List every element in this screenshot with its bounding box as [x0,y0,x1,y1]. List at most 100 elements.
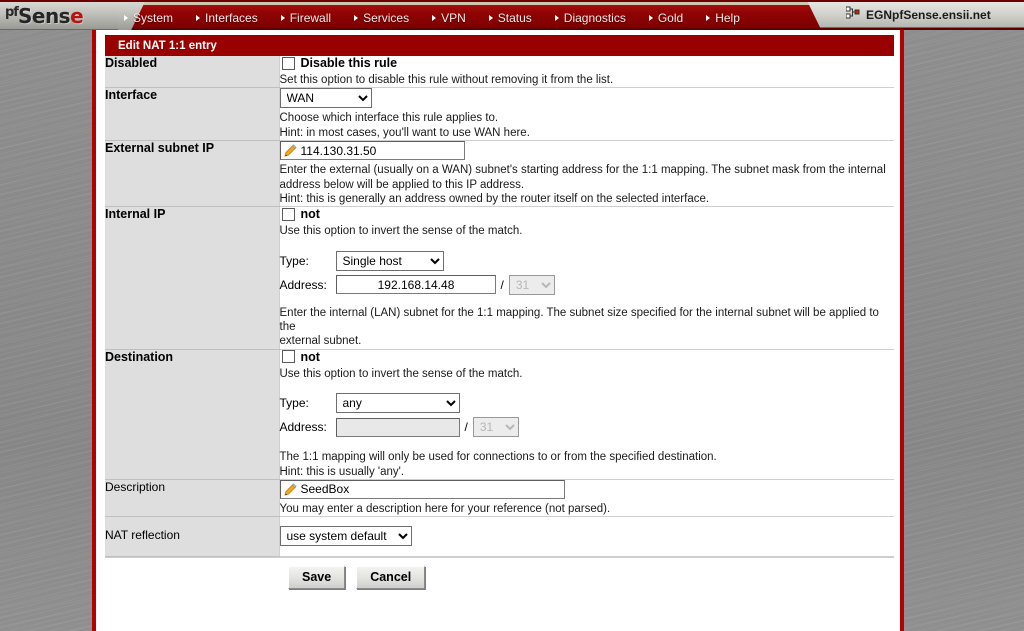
label-interface: Interface [105,87,279,142]
destination-not-help: Use this option to invert the sense of t… [279,367,523,380]
internal-not-checkline: not [280,207,895,221]
hostname-box: EGNpfSense.ensii.net [838,2,1024,28]
form-row-internal-ip: Internal IP not Use this option to inver… [105,206,895,350]
chevron-right-icon [488,14,493,21]
disable-rule-checkline: Disable this rule [280,56,895,70]
chevron-right-icon [354,14,359,21]
pfsense-logo[interactable]: pf Sense [0,2,118,30]
page-title: Edit NAT 1:1 entry [105,35,894,56]
internal-not-label: not [300,207,320,222]
nav-label: Gold [657,10,684,25]
nav-item-services[interactable]: Services [354,11,409,25]
disabled-help: Set this option to disable this rule wit… [279,74,614,86]
internal-type-row: Type: Single host [279,250,895,271]
description-wrap [279,479,565,499]
form-row-nat-reflection: NAT reflection use system default [105,516,894,558]
value-external-subnet-ip: Enter the external (usually on a WAN) su… [278,140,894,208]
content-panel: Edit NAT 1:1 entry Disabled Disable this… [92,30,904,631]
label-internal-ip: Internal IP [105,206,279,350]
nav-label: Help [715,10,740,25]
internal-not-checkbox[interactable] [281,207,295,221]
internal-help-2: external subnet. [279,335,362,348]
nat-reflection-select[interactable]: use system default [279,526,412,547]
destination-type-label: Type: [279,396,309,411]
destination-not-checkline: not [280,350,895,364]
interface-select[interactable]: WAN [279,88,372,109]
internal-mask-separator: / [500,277,504,292]
value-interface: WAN Choose which interface this rule app… [278,87,894,142]
destination-help-1: The 1:1 mapping will only be used for co… [279,451,717,464]
chevron-right-icon [196,14,201,21]
internal-address-row: Address: / 31 [279,274,895,295]
destination-help-2: Hint: this is usually 'any'. [279,465,405,478]
logo-pf-text: pf [5,5,19,20]
nav-label: Diagnostics [563,10,626,25]
internal-mask-select[interactable]: 31 [508,274,555,295]
internal-address-label: Address: [279,277,327,292]
value-internal-ip: not Use this option to invert the sense … [278,206,895,350]
disable-rule-label: Disable this rule [300,56,398,70]
internal-type-label: Type: [279,253,309,268]
external-subnet-ip-wrap [279,141,465,161]
external-subnet-help-3: Hint: this is generally an address owned… [279,192,710,205]
destination-address-input[interactable] [335,417,460,437]
nav-label: VPN [441,10,466,25]
nav-item-system[interactable]: System [124,11,173,25]
nav-label: Firewall [289,10,332,25]
nav-item-vpn[interactable]: VPN [432,11,466,25]
form-row-description: Description You may enter a description … [105,479,894,518]
nav-item-firewall[interactable]: Firewall [280,10,332,25]
form-row-interface: Interface WAN Choose which interface thi… [105,87,894,142]
destination-type-select[interactable]: any [335,393,460,414]
label-nat-reflection: NAT reflection [105,516,279,558]
chevron-right-icon [706,14,711,21]
chevron-right-icon [554,14,559,21]
label-external-subnet-ip: External subnet IP [105,140,279,208]
chevron-right-icon [280,14,285,21]
cancel-button[interactable]: Cancel [356,566,426,590]
nav-item-diagnostics[interactable]: Diagnostics [554,10,626,25]
internal-type-select[interactable]: Single host [335,250,444,271]
nav-item-interfaces[interactable]: Interfaces [196,11,258,25]
destination-address-label: Address: [279,420,327,435]
external-subnet-help-2: address below will be applied to this IP… [279,178,525,191]
external-subnet-ip-input[interactable] [279,141,465,161]
nav-label: System [133,10,174,25]
label-disabled: Disabled [105,56,279,89]
value-disabled: Disable this rule Set this option to dis… [278,56,895,89]
external-subnet-help-1: Enter the external (usually on a WAN) su… [279,164,886,177]
value-description: You may enter a description here for you… [278,479,894,518]
destination-mask-separator: / [464,420,468,435]
network-nodes-icon [845,6,860,24]
destination-address-row: Address: / 31 [279,417,895,438]
logo-sense-text: Sense [17,3,84,28]
nav-item-help[interactable]: Help [706,11,740,25]
description-input[interactable] [279,479,565,499]
internal-help-1: Enter the internal (LAN) subnet for the … [279,306,879,333]
form-row-external-subnet-ip: External subnet IP Enter the external (u… [105,140,894,208]
label-destination: Destination [105,349,279,480]
destination-not-checkbox[interactable] [281,350,295,364]
chevron-right-icon [648,14,653,21]
form-button-bar: Save Cancel [105,557,894,600]
destination-type-row: Type: any [279,393,895,414]
top-navigation-bar: pf Sense System Interfaces Firewall Serv… [0,0,1024,30]
destination-mask-select[interactable]: 31 [472,417,519,438]
nav-item-status[interactable]: Status [488,10,532,25]
save-button[interactable]: Save [288,566,346,590]
internal-not-help: Use this option to invert the sense of t… [279,225,523,238]
form-row-disabled: Disabled Disable this rule Set this opti… [105,56,895,89]
internal-address-input[interactable] [335,275,496,295]
nav-label: Services [363,10,410,25]
disable-rule-checkbox[interactable] [281,56,295,70]
chevron-right-icon [124,14,128,21]
form-row-destination: Destination not Use this option to inver… [105,349,895,480]
value-destination: not Use this option to invert the sense … [278,349,895,480]
interface-help-2: Hint: in most cases, you'll want to use … [279,126,530,139]
nav-menu: System Interfaces Firewall Services VPN … [124,5,763,30]
nav-item-gold[interactable]: Gold [648,10,684,25]
nat-entry-form: Disabled Disable this rule Set this opti… [105,56,895,558]
description-help: You may enter a description here for you… [279,502,611,515]
nav-label: Status [497,10,532,25]
interface-help-1: Choose which interface this rule applies… [279,112,499,125]
